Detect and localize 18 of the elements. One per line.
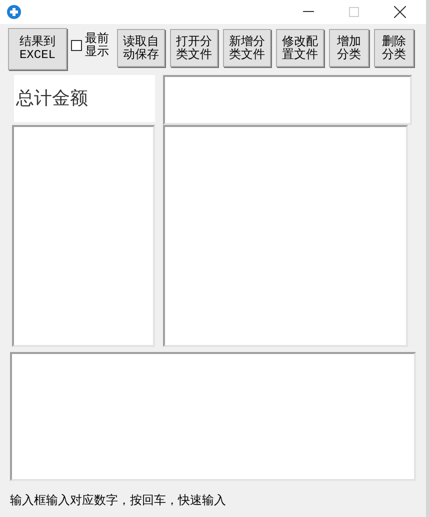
- checkbox-label: 最前显示: [85, 32, 110, 58]
- toolbar-button[interactable]: 读取自动保存: [117, 29, 165, 67]
- status-text: 输入框输入对应数字，按回车，快速输入: [10, 493, 226, 507]
- checkbox[interactable]: [71, 40, 82, 50]
- toolbar-button[interactable]: 结果到EXCEL: [8, 28, 67, 70]
- total-label: 总计金额: [14, 75, 155, 122]
- toolbar-button[interactable]: 增加分类: [329, 29, 369, 67]
- minimize-icon[interactable]: [303, 11, 314, 13]
- toolbar-button[interactable]: 删除分类: [374, 29, 414, 67]
- total-field[interactable]: [163, 75, 412, 125]
- text-area[interactable]: [10, 352, 416, 481]
- category-list[interactable]: [12, 125, 155, 347]
- toolbar-button[interactable]: 修改配置文件: [276, 29, 324, 67]
- toolbar-button[interactable]: 打开分类文件: [170, 29, 218, 67]
- toolbar-button[interactable]: 新增分类文件: [223, 29, 271, 67]
- app-icon: [7, 5, 21, 19]
- maximize-icon[interactable]: [349, 7, 359, 17]
- close-icon[interactable]: [394, 6, 406, 18]
